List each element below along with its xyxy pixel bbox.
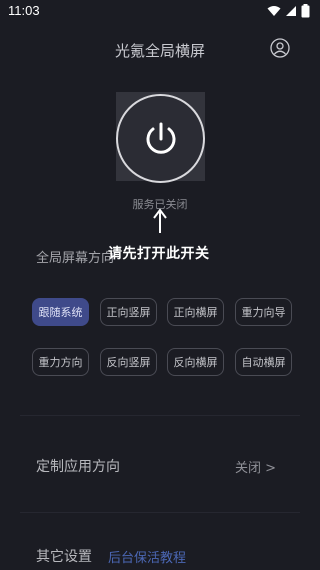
- status-time: 11:03: [8, 3, 40, 18]
- signal-icon: [286, 6, 296, 16]
- arrow-up-icon: [153, 208, 167, 233]
- option-gravity-direction[interactable]: 重力方向: [32, 348, 89, 376]
- option-reverse-portrait[interactable]: 反向竖屏: [100, 348, 157, 376]
- battery-icon: [301, 4, 310, 18]
- divider: [20, 512, 300, 513]
- hint-text: 请先打开此开关: [108, 246, 210, 262]
- status-bar: 11:03: [0, 0, 320, 22]
- option-landscape[interactable]: 正向横屏: [167, 298, 224, 326]
- option-follow-system[interactable]: 跟随系统: [32, 298, 89, 326]
- power-icon: [146, 122, 175, 154]
- option-portrait[interactable]: 正向竖屏: [100, 298, 157, 326]
- divider: [20, 415, 300, 416]
- option-gravity-guide[interactable]: 重力向导: [235, 298, 292, 326]
- power-toggle-button[interactable]: [116, 94, 205, 183]
- option-reverse-landscape[interactable]: 反向横屏: [167, 348, 224, 376]
- profile-icon[interactable]: [270, 38, 290, 58]
- custom-app-orientation-value[interactable]: 关闭 >: [235, 457, 276, 476]
- wifi-icon: [267, 6, 281, 16]
- custom-app-orientation-label: 定制应用方向: [36, 459, 120, 475]
- other-settings-label: 其它设置: [36, 549, 92, 565]
- keep-alive-tutorial-link[interactable]: 后台保活教程: [108, 547, 186, 566]
- option-auto-landscape[interactable]: 自动横屏: [235, 348, 292, 376]
- global-orientation-label: 全局屏幕方向: [36, 251, 115, 266]
- status-icons: [267, 4, 310, 18]
